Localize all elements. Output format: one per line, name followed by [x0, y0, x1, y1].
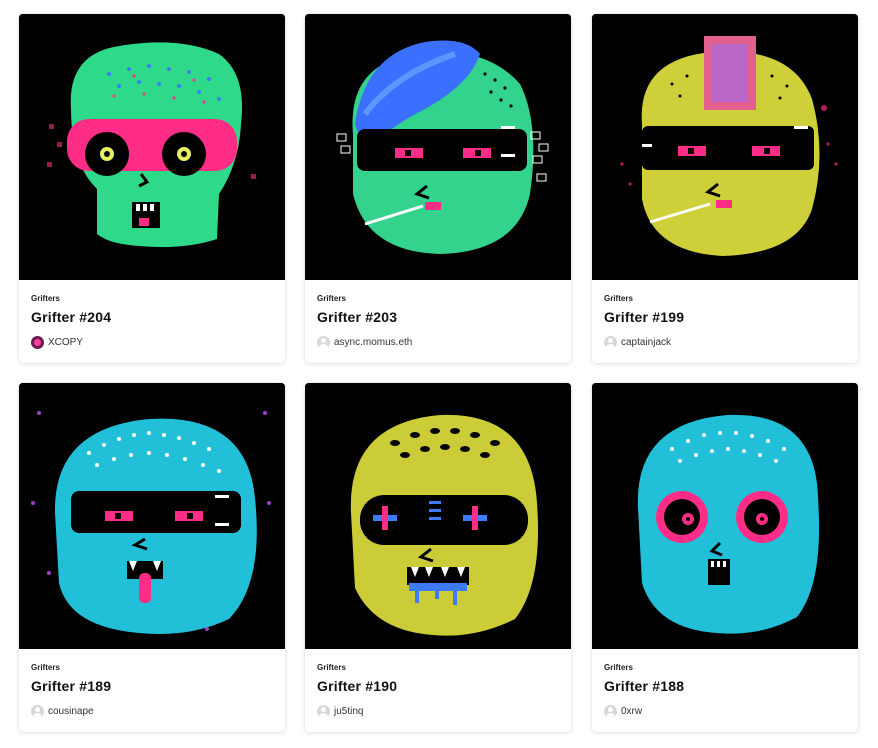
owner-name[interactable]: cousinape [48, 706, 94, 717]
default-user-icon [317, 704, 330, 718]
owner[interactable]: async.momus.eth [317, 335, 412, 349]
default-user-icon [604, 335, 617, 349]
nft-card[interactable]: Grifters Grifter #188 0xrw [592, 383, 858, 732]
owner-name[interactable]: ju5tinq [334, 706, 363, 717]
owner[interactable]: captainjack [604, 335, 671, 349]
owner[interactable]: ju5tinq [317, 704, 363, 718]
nft-card-grid: Grifters Grifter #204 XCOPY Grifters Gri… [0, 0, 878, 748]
collection-name[interactable]: Grifters [604, 663, 633, 672]
nft-title[interactable]: Grifter #199 [604, 309, 684, 325]
owner-avatar-icon [31, 335, 44, 349]
default-user-icon [31, 704, 44, 718]
nft-title[interactable]: Grifter #189 [31, 678, 111, 694]
collection-name[interactable]: Grifters [31, 294, 60, 303]
nft-title[interactable]: Grifter #203 [317, 309, 397, 325]
nft-image[interactable] [305, 383, 571, 649]
nft-image[interactable] [592, 14, 858, 280]
nft-title[interactable]: Grifter #190 [317, 678, 397, 694]
owner[interactable]: XCOPY [31, 335, 83, 349]
nft-image[interactable] [19, 383, 285, 649]
nft-title[interactable]: Grifter #188 [604, 678, 684, 694]
nft-card[interactable]: Grifters Grifter #204 XCOPY [19, 14, 285, 363]
nft-title[interactable]: Grifter #204 [31, 309, 111, 325]
nft-image[interactable] [592, 383, 858, 649]
owner-name[interactable]: 0xrw [621, 706, 642, 717]
nft-image[interactable] [19, 14, 285, 280]
collection-name[interactable]: Grifters [317, 294, 346, 303]
collection-name[interactable]: Grifters [31, 663, 60, 672]
owner-name[interactable]: captainjack [621, 337, 671, 348]
owner[interactable]: cousinape [31, 704, 94, 718]
nft-card[interactable]: Grifters Grifter #199 captainjack [592, 14, 858, 363]
nft-card[interactable]: Grifters Grifter #203 async.momus.eth [305, 14, 571, 363]
nft-card[interactable]: Grifters Grifter #190 ju5tinq [305, 383, 571, 732]
owner-name[interactable]: async.momus.eth [334, 337, 412, 348]
default-user-icon [604, 704, 617, 718]
default-user-icon [317, 335, 330, 349]
nft-image[interactable] [305, 14, 571, 280]
owner-name[interactable]: XCOPY [48, 337, 83, 348]
collection-name[interactable]: Grifters [317, 663, 346, 672]
nft-card[interactable]: Grifters Grifter #189 cousinape [19, 383, 285, 732]
collection-name[interactable]: Grifters [604, 294, 633, 303]
owner[interactable]: 0xrw [604, 704, 642, 718]
